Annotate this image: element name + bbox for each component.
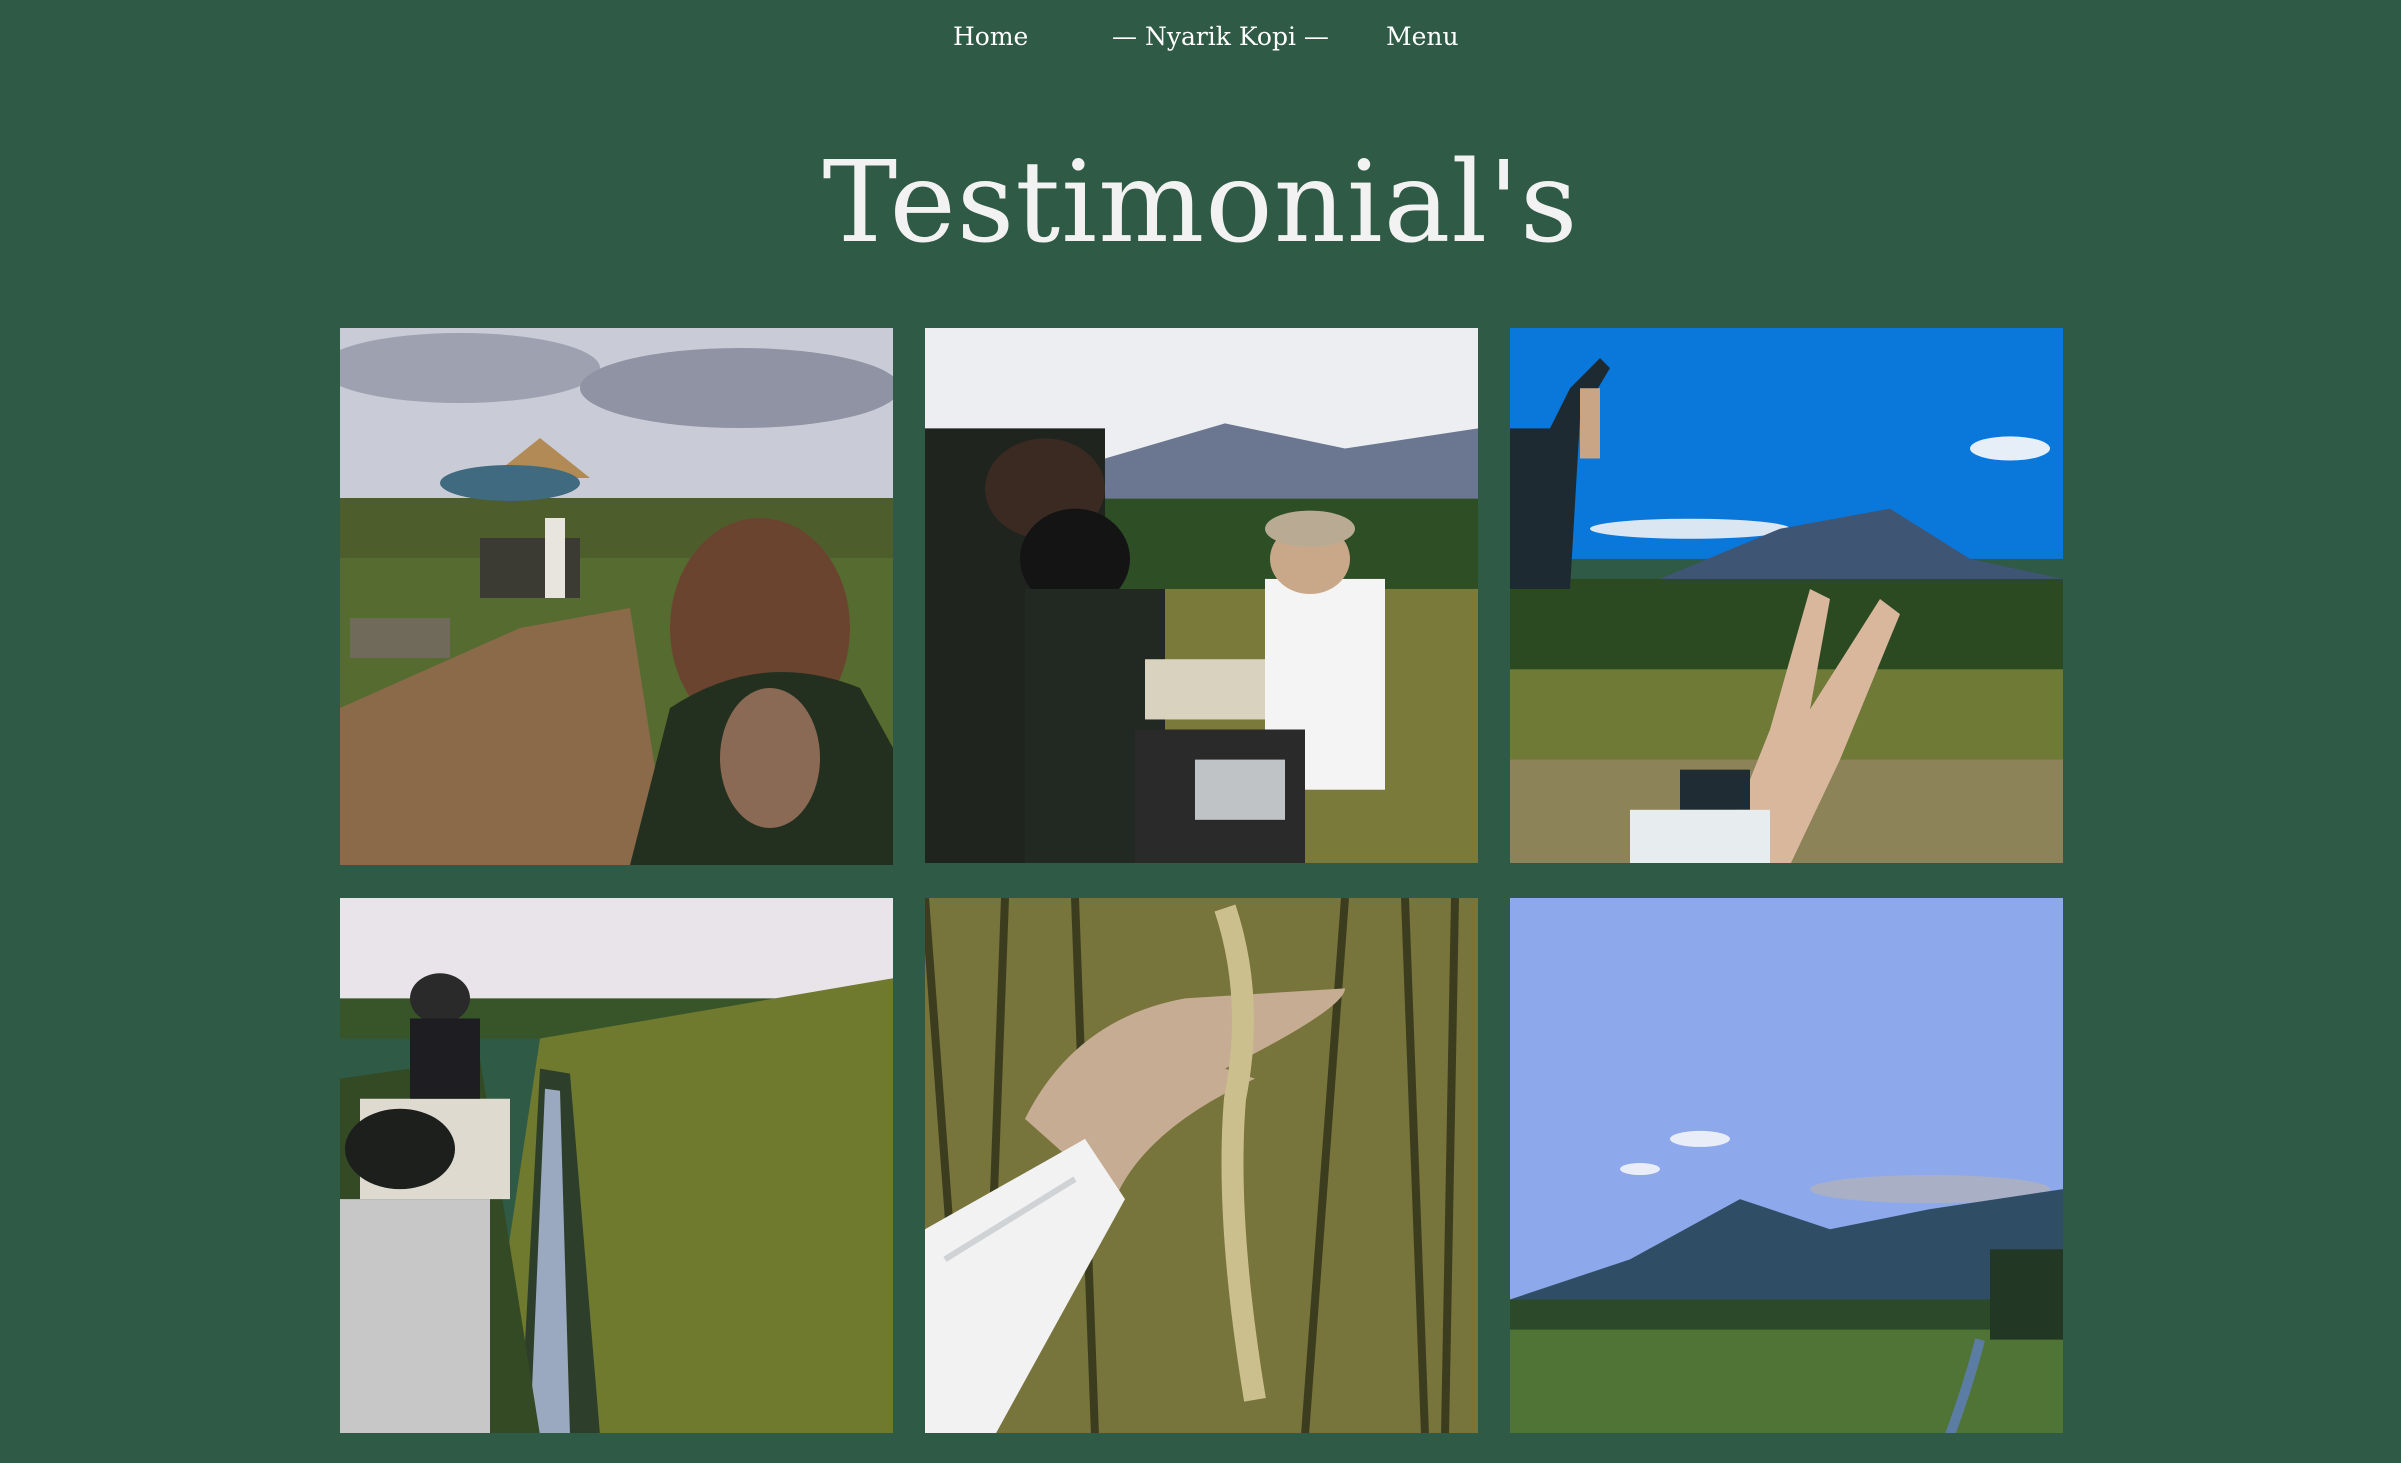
canal-image [340, 898, 893, 1433]
page-title: Testimonial's [822, 138, 1579, 268]
nav-menu-link[interactable]: Menu [1386, 22, 1459, 51]
road-stall-image [340, 328, 893, 865]
gallery-photo-rice-stalk[interactable] [925, 898, 1478, 1433]
mountain-image [1510, 898, 2063, 1433]
gallery-photo-mountain[interactable] [1510, 898, 2063, 1433]
gallery-photo-canal[interactable] [340, 898, 893, 1433]
gallery-photo-peace-sign[interactable] [1510, 328, 2063, 863]
nav-brand-link[interactable]: — Nyarik Kopi — [1112, 22, 1329, 51]
nav-home-link[interactable]: Home [953, 22, 1028, 51]
testimonial-gallery [340, 328, 2064, 1433]
rice-stalk-image [925, 898, 1478, 1433]
top-nav: Home — Nyarik Kopi — Menu [0, 22, 2401, 62]
gallery-photo-motorbike[interactable] [925, 328, 1478, 863]
motorbike-image [925, 328, 1478, 863]
peace-sign-image [1510, 328, 2063, 863]
gallery-photo-road-stall[interactable] [340, 328, 893, 865]
